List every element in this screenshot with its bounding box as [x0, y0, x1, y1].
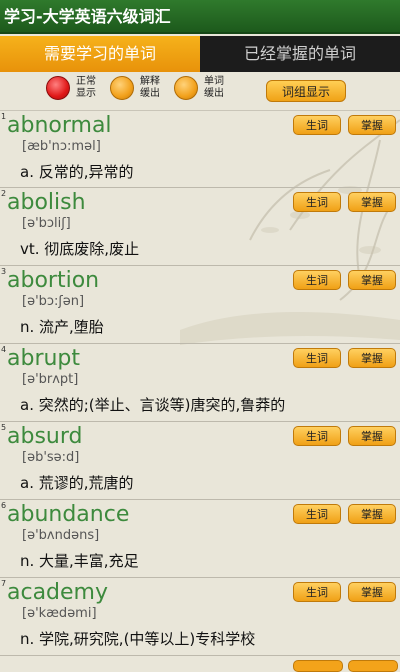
option-word-fade[interactable]: 单词 缓出 [174, 76, 228, 100]
word-list-item[interactable]: 2 abolish [ə'bɔliʃ] vt. 彻底废除,废止 生词 掌握 [0, 188, 400, 266]
word-phonetic: [ə'brʌpt] [22, 372, 79, 387]
mark-new-word-button[interactable]: 生词 [293, 348, 341, 368]
mark-mastered-button[interactable]: 掌握 [348, 115, 396, 135]
word-index: 3 [1, 267, 7, 276]
option-normal-display[interactable]: 正常 显示 [46, 76, 100, 100]
word-definition: a. 荒谬的,荒唐的 [20, 474, 134, 492]
mark-new-word-button[interactable]: 生词 [293, 270, 341, 290]
word-phonetic: [ə'bɔliʃ] [22, 216, 71, 231]
mark-new-word-button[interactable]: 生词 [293, 582, 341, 602]
word-definition: n. 大量,丰富,充足 [20, 552, 139, 570]
word-list-item[interactable]: 5 absurd [əb'sə:d] a. 荒谬的,荒唐的 生词 掌握 [0, 422, 400, 500]
word-definition: vt. 彻底废除,废止 [20, 240, 140, 258]
word-index: 4 [1, 345, 7, 354]
word-index: 6 [1, 501, 7, 510]
phrase-display-button[interactable]: 词组显示 [266, 80, 346, 102]
word-phonetic: [æb'nɔ:məl] [22, 139, 101, 154]
word-text: abrupt [7, 346, 81, 371]
tab-words-to-learn[interactable]: 需要学习的单词 [0, 36, 200, 72]
word-definition: a. 突然的;(举止、言谈等)唐突的,鲁莽的 [20, 396, 286, 414]
word-phonetic: [ə'kædəmi] [22, 606, 97, 621]
word-text: abundance [7, 502, 130, 527]
next-row-button-partial[interactable] [293, 660, 343, 672]
option-label: 单词 缓出 [204, 76, 224, 99]
word-index: 7 [1, 579, 7, 588]
word-list-item[interactable]: 3 abortion [ə'bɔ:ʃən] n. 流产,堕胎 生词 掌握 [0, 266, 400, 344]
radio-unselected-icon[interactable] [174, 76, 198, 100]
mark-new-word-button[interactable]: 生词 [293, 192, 341, 212]
option-explanation-fade[interactable]: 解释 缓出 [110, 76, 164, 100]
word-index: 1 [1, 112, 7, 121]
word-list-item[interactable]: 4 abrupt [ə'brʌpt] a. 突然的;(举止、言谈等)唐突的,鲁莽… [0, 344, 400, 422]
word-definition: n. 流产,堕胎 [20, 318, 104, 336]
word-index: 5 [1, 423, 7, 432]
word-list-item[interactable]: 6 abundance [ə'bʌndəns] n. 大量,丰富,充足 生词 掌… [0, 500, 400, 578]
option-label: 解释 缓出 [140, 76, 160, 99]
mark-mastered-button[interactable]: 掌握 [348, 270, 396, 290]
word-phonetic: [ə'bɔ:ʃən] [22, 294, 85, 309]
word-definition: a. 反常的,异常的 [20, 163, 134, 181]
word-text: abnormal [7, 113, 112, 138]
mark-mastered-button[interactable]: 掌握 [348, 426, 396, 446]
word-list: 1 abnormal [æb'nɔ:məl] a. 反常的,异常的 生词 掌握 … [0, 110, 400, 656]
word-list-item[interactable]: 1 abnormal [æb'nɔ:məl] a. 反常的,异常的 生词 掌握 [0, 110, 400, 188]
word-text: abolish [7, 190, 86, 215]
tab-bar: 需要学习的单词 已经掌握的单词 [0, 36, 400, 72]
app-title: 学习-大学英语六级词汇 [4, 7, 171, 26]
word-phonetic: [əb'sə:d] [22, 450, 80, 465]
tab-mastered-words[interactable]: 已经掌握的单词 [200, 36, 400, 72]
mark-mastered-button[interactable]: 掌握 [348, 504, 396, 524]
option-label: 正常 显示 [76, 76, 96, 99]
mark-new-word-button[interactable]: 生词 [293, 426, 341, 446]
word-index: 2 [1, 189, 7, 198]
word-list-item[interactable]: 7 academy [ə'kædəmi] n. 学院,研究院,(中等以上)专科学… [0, 578, 400, 656]
app-title-bar: 学习-大学英语六级词汇 [0, 0, 400, 34]
next-row-button-partial[interactable] [348, 660, 398, 672]
word-text: absurd [7, 424, 83, 449]
mark-new-word-button[interactable]: 生词 [293, 504, 341, 524]
word-definition: n. 学院,研究院,(中等以上)专科学校 [20, 630, 256, 648]
word-text: academy [7, 580, 109, 605]
mark-mastered-button[interactable]: 掌握 [348, 348, 396, 368]
radio-unselected-icon[interactable] [110, 76, 134, 100]
radio-selected-icon[interactable] [46, 76, 70, 100]
word-text: abortion [7, 268, 100, 293]
mark-new-word-button[interactable]: 生词 [293, 115, 341, 135]
mark-mastered-button[interactable]: 掌握 [348, 582, 396, 602]
word-phonetic: [ə'bʌndəns] [22, 528, 100, 543]
mark-mastered-button[interactable]: 掌握 [348, 192, 396, 212]
